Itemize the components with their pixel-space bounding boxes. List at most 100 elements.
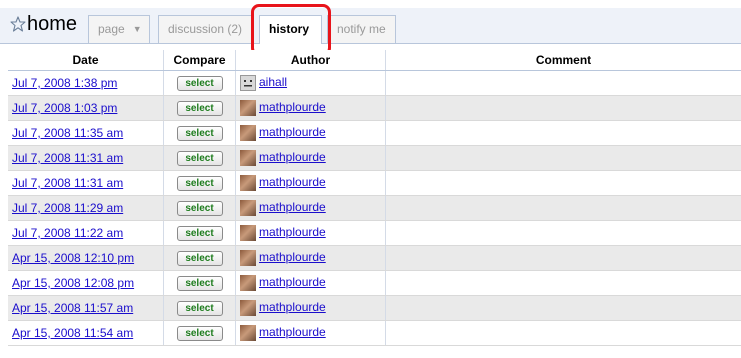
date-cell: Jul 7, 2008 11:22 am xyxy=(8,220,164,246)
author-link[interactable]: mathplourde xyxy=(259,300,326,314)
comment-cell xyxy=(385,245,741,271)
date-cell: Jul 7, 2008 1:38 pm xyxy=(8,70,164,96)
author-link[interactable]: mathplourde xyxy=(259,150,326,164)
star-outline-icon[interactable] xyxy=(10,16,26,32)
comment-cell xyxy=(385,320,741,346)
author-link[interactable]: mathplourde xyxy=(259,200,326,214)
author-link[interactable]: mathplourde xyxy=(259,225,326,239)
comment-cell xyxy=(385,120,741,146)
table-row: Jul 7, 2008 11:22 am select mathplourde xyxy=(8,220,741,246)
compare-select-button[interactable]: select xyxy=(176,226,223,241)
column-header-author[interactable]: Author xyxy=(235,50,386,71)
compare-select-button[interactable]: select xyxy=(176,151,223,166)
author-link[interactable]: mathplourde xyxy=(259,175,326,189)
author-link[interactable]: mathplourde xyxy=(259,325,326,339)
photo-avatar-icon xyxy=(240,275,256,291)
compare-cell: select xyxy=(163,145,236,171)
revision-date-link[interactable]: Jul 7, 2008 11:35 am xyxy=(12,126,123,140)
revision-date-link[interactable]: Jul 7, 2008 11:31 am xyxy=(12,176,123,190)
compare-cell: select xyxy=(163,320,236,346)
table-header-row: Date Compare Author Comment xyxy=(8,50,741,71)
chevron-down-icon: ▼ xyxy=(132,24,142,34)
comment-cell xyxy=(385,170,741,196)
photo-avatar-icon xyxy=(240,100,256,116)
revision-date-link[interactable]: Apr 15, 2008 12:10 pm xyxy=(12,251,134,265)
author-cell: mathplourde xyxy=(235,220,386,246)
tab-notify-me[interactable]: notify me xyxy=(327,15,396,43)
author-cell: aihall xyxy=(235,70,386,96)
author-cell: mathplourde xyxy=(235,195,386,221)
compare-cell: select xyxy=(163,295,236,321)
author-cell: mathplourde xyxy=(235,145,386,171)
comment-cell xyxy=(385,295,741,321)
date-cell: Apr 15, 2008 11:57 am xyxy=(8,295,164,321)
compare-select-button[interactable]: select xyxy=(176,251,223,266)
column-header-comment: Comment xyxy=(385,50,741,71)
date-cell: Apr 15, 2008 11:54 am xyxy=(8,320,164,346)
date-cell: Jul 7, 2008 1:03 pm xyxy=(8,95,164,121)
column-header-compare: Compare xyxy=(163,50,236,71)
compare-select-button[interactable]: select xyxy=(176,326,223,341)
date-cell: Jul 7, 2008 11:29 am xyxy=(8,195,164,221)
comment-cell xyxy=(385,70,741,96)
author-link[interactable]: mathplourde xyxy=(259,125,326,139)
revision-date-link[interactable]: Apr 15, 2008 11:57 am xyxy=(12,301,133,315)
author-cell: mathplourde xyxy=(235,95,386,121)
author-link[interactable]: mathplourde xyxy=(259,250,326,264)
photo-avatar-icon xyxy=(240,200,256,216)
highlight-annotation xyxy=(251,4,331,56)
compare-cell: select xyxy=(163,195,236,221)
table-row: Jul 7, 2008 11:29 am select mathplourde xyxy=(8,195,741,221)
revision-date-link[interactable]: Apr 15, 2008 12:08 pm xyxy=(12,276,134,290)
compare-cell: select xyxy=(163,95,236,121)
compare-cell: select xyxy=(163,170,236,196)
photo-avatar-icon xyxy=(240,325,256,341)
comment-cell xyxy=(385,145,741,171)
compare-cell: select xyxy=(163,270,236,296)
compare-cell: select xyxy=(163,70,236,96)
table-row: Apr 15, 2008 11:57 am select mathplourde xyxy=(8,295,741,321)
history-table-container: Date Compare Author Comment Jul 7, 2008 … xyxy=(8,50,741,346)
photo-avatar-icon xyxy=(240,300,256,316)
revision-date-link[interactable]: Jul 7, 2008 11:22 am xyxy=(12,226,123,240)
author-cell: mathplourde xyxy=(235,295,386,321)
tab-strip-divider xyxy=(0,43,741,44)
author-link[interactable]: mathplourde xyxy=(259,100,326,114)
date-cell: Apr 15, 2008 12:10 pm xyxy=(8,245,164,271)
compare-select-button[interactable]: select xyxy=(176,201,223,216)
revision-date-link[interactable]: Jul 7, 2008 11:31 am xyxy=(12,151,123,165)
compare-select-button[interactable]: select xyxy=(176,301,223,316)
date-cell: Jul 7, 2008 11:31 am xyxy=(8,170,164,196)
author-link[interactable]: aihall xyxy=(259,75,287,89)
tab-discussion-label: discussion (2) xyxy=(168,22,243,36)
author-cell: mathplourde xyxy=(235,120,386,146)
author-link[interactable]: mathplourde xyxy=(259,275,326,289)
revision-date-link[interactable]: Jul 7, 2008 1:03 pm xyxy=(12,101,117,115)
compare-select-button[interactable]: select xyxy=(176,176,223,191)
compare-select-button[interactable]: select xyxy=(176,101,223,116)
comment-cell xyxy=(385,195,741,221)
compare-select-button[interactable]: select xyxy=(176,276,223,291)
tab-discussion[interactable]: discussion (2) xyxy=(158,15,252,43)
photo-avatar-icon xyxy=(240,125,256,141)
table-row: Apr 15, 2008 12:08 pm select mathplourde xyxy=(8,270,741,296)
revision-date-link[interactable]: Apr 15, 2008 11:54 am xyxy=(12,326,133,340)
compare-cell: select xyxy=(163,220,236,246)
tab-page[interactable]: page ▼ xyxy=(88,15,150,43)
history-table: Date Compare Author Comment Jul 7, 2008 … xyxy=(8,50,741,346)
revision-date-link[interactable]: Jul 7, 2008 11:29 am xyxy=(12,201,123,215)
default-avatar-icon xyxy=(240,75,256,91)
table-row: Jul 7, 2008 11:31 am select mathplourde xyxy=(8,170,741,196)
comment-cell xyxy=(385,95,741,121)
author-cell: mathplourde xyxy=(235,320,386,346)
page-header: home page ▼ discussion (2) history notify… xyxy=(0,0,741,56)
author-cell: mathplourde xyxy=(235,170,386,196)
column-header-date[interactable]: Date xyxy=(8,50,164,71)
table-row: Jul 7, 2008 11:35 am select mathplourde xyxy=(8,120,741,146)
date-cell: Apr 15, 2008 12:08 pm xyxy=(8,270,164,296)
table-row: Jul 7, 2008 1:38 pm select aihall xyxy=(8,70,741,96)
compare-select-button[interactable]: select xyxy=(176,126,223,141)
revision-date-link[interactable]: Jul 7, 2008 1:38 pm xyxy=(12,76,117,90)
compare-cell: select xyxy=(163,245,236,271)
compare-select-button[interactable]: select xyxy=(176,76,223,91)
